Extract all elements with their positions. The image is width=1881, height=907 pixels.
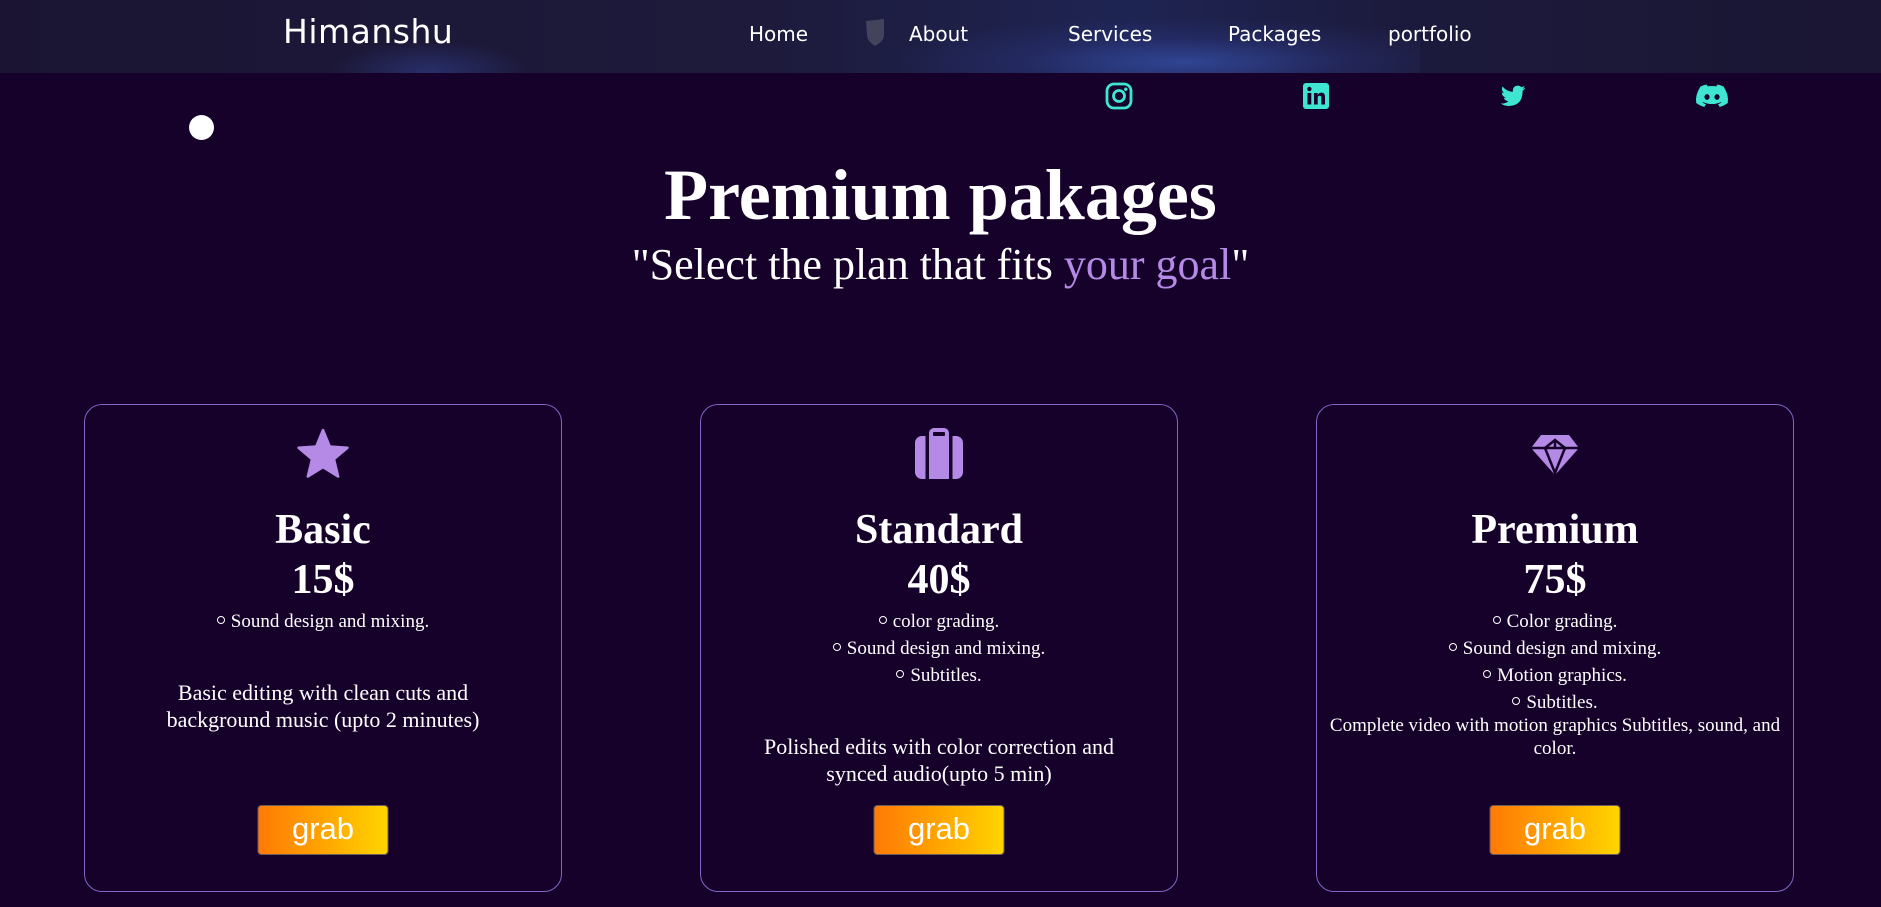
grab-button-standard[interactable]: grab: [873, 805, 1005, 855]
top-navbar: Himanshu Home About Services Packages po…: [0, 0, 1881, 73]
nav-link-about[interactable]: About: [909, 22, 968, 46]
feature-list: Sound design and mixing.: [85, 608, 561, 635]
feature-item: Sound design and mixing.: [701, 635, 1177, 662]
brand-logo[interactable]: Himanshu: [283, 12, 453, 51]
discord-icon[interactable]: [1695, 82, 1729, 110]
package-price: 75$: [1523, 557, 1587, 603]
twitter-icon[interactable]: [1499, 82, 1527, 110]
nav-link-services[interactable]: Services: [1068, 22, 1152, 46]
package-description: Basic editing with clean cuts and backgr…: [166, 680, 480, 732]
package-card-standard: Standard 40$ color grading. Sound design…: [700, 404, 1178, 892]
subtitle-accent: your goal: [1063, 240, 1232, 289]
cursor-dot: [189, 115, 214, 140]
shield-icon: [866, 19, 884, 46]
feature-item: Sound design and mixing.: [1317, 635, 1793, 662]
nav-link-home[interactable]: Home: [749, 22, 808, 46]
package-price: 15$: [291, 557, 355, 603]
nav-link-portfolio[interactable]: portfolio: [1388, 22, 1472, 46]
package-description: Complete video with motion graphics Subt…: [1329, 715, 1781, 759]
package-price: 40$: [907, 557, 971, 603]
feature-item: color grading.: [701, 608, 1177, 635]
grab-button-premium[interactable]: grab: [1489, 805, 1621, 855]
gem-icon: [1531, 435, 1579, 477]
package-card-basic: Basic 15$ Sound design and mixing. Basic…: [84, 404, 562, 892]
package-name: Standard: [854, 507, 1024, 553]
feature-item: Subtitles.: [701, 662, 1177, 689]
nav-link-packages[interactable]: Packages: [1228, 22, 1321, 46]
subtitle-text: "Select the plan that fits: [631, 240, 1064, 289]
subtitle-text: ": [1231, 240, 1250, 289]
nav-background-glow: [900, 20, 1420, 73]
package-card-premium: Premium 75$ Color grading. Sound design …: [1316, 404, 1794, 892]
star-icon: [297, 428, 349, 478]
feature-item: Sound design and mixing.: [85, 608, 561, 635]
feature-list: Color grading. Sound design and mixing. …: [1317, 608, 1793, 716]
package-name: Premium: [1471, 507, 1639, 553]
package-description: Polished edits with color correction and…: [763, 734, 1115, 786]
feature-item: Motion graphics.: [1317, 662, 1793, 689]
linkedin-icon[interactable]: [1302, 82, 1330, 110]
page-title: Premium pakages: [664, 155, 1217, 235]
feature-item: Color grading.: [1317, 608, 1793, 635]
package-name: Basic: [275, 507, 371, 553]
feature-item: Subtitles.: [1317, 689, 1793, 716]
page-subtitle: "Select the plan that fits your goal": [0, 238, 1881, 292]
feature-list: color grading. Sound design and mixing. …: [701, 608, 1177, 689]
instagram-icon[interactable]: [1105, 82, 1133, 110]
briefcase-icon: [915, 428, 963, 479]
grab-button-basic[interactable]: grab: [257, 805, 389, 855]
